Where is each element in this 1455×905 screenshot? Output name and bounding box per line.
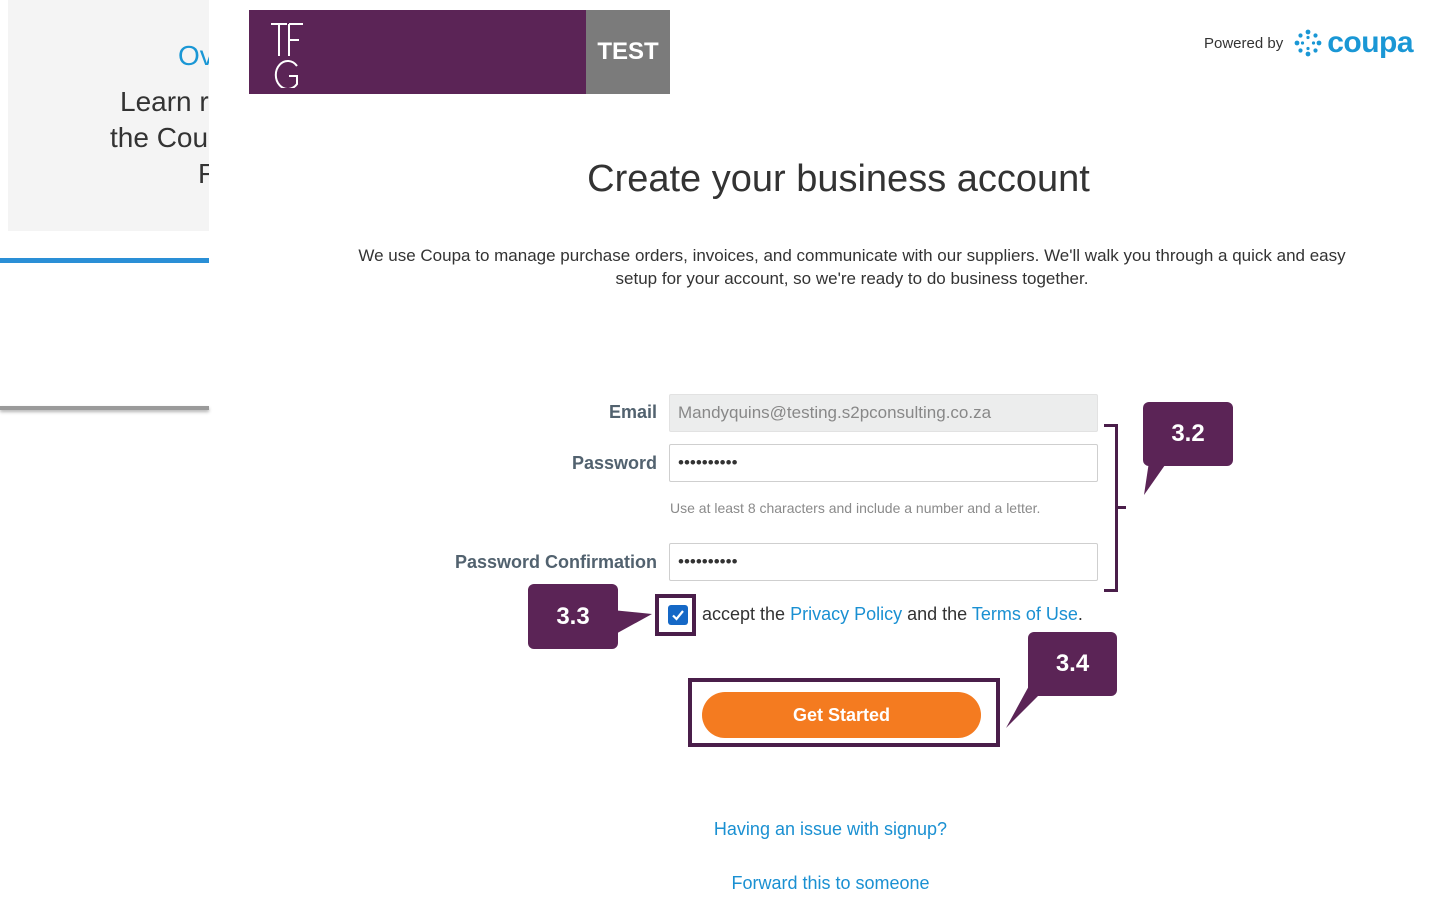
email-label: Email <box>608 402 657 422</box>
coupa-wordmark: coupa <box>1327 26 1414 59</box>
password-confirmation-label: Password Confirmation <box>454 552 657 572</box>
page-title: Create your business account <box>587 158 1090 200</box>
callout-step-3-3: 3.3 <box>528 584 618 649</box>
and-the-text: and the <box>907 604 968 624</box>
powered-by-label: Powered by <box>1204 34 1284 52</box>
callout-3-3-pointer <box>612 610 652 636</box>
terms-text: accept the Privacy Policy and the Terms … <box>702 604 1083 625</box>
terms-of-use-link[interactable]: Terms of Use <box>972 604 1078 624</box>
password-field[interactable] <box>669 444 1098 482</box>
signup-issue-link[interactable]: Having an issue with signup? <box>0 819 1455 840</box>
tfg-monogram-icon <box>271 23 303 88</box>
callout-step-3-2: 3.2 <box>1143 402 1233 466</box>
coupa-star-icon <box>1294 29 1322 57</box>
powered-by-coupa: Powered by coupa <box>1204 26 1414 60</box>
tfg-logo <box>249 10 586 94</box>
background-gray-divider <box>0 406 209 410</box>
password-hint: Use at least 8 characters and include a … <box>670 500 1041 516</box>
background-heading-fragment: Ov <box>178 40 209 71</box>
page-description: We use Coupa to manage purchase orders, … <box>358 246 1346 288</box>
email-field[interactable] <box>669 394 1098 432</box>
background-blue-divider <box>0 258 209 263</box>
background-text-line-2: the Cou <box>110 122 209 153</box>
password-confirmation-field[interactable] <box>669 543 1098 581</box>
terms-row: accept the Privacy Policy and the Terms … <box>668 604 1083 625</box>
terms-period: . <box>1077 604 1083 624</box>
accept-prefix-text: accept the <box>702 604 786 624</box>
password-label: Password <box>571 453 657 473</box>
privacy-policy-link[interactable]: Privacy Policy <box>790 604 902 624</box>
test-environment-badge: TEST <box>586 10 670 94</box>
coupa-logo: coupa <box>1293 26 1414 60</box>
callout-step-3-4: 3.4 <box>1028 632 1117 696</box>
forward-link[interactable]: Forward this to someone <box>0 873 1455 894</box>
background-text-line-1: Learn r <box>120 86 209 117</box>
checkbox-highlight-box <box>655 594 696 636</box>
get-started-button[interactable]: Get Started <box>702 692 981 738</box>
bracket-tick <box>1116 506 1126 509</box>
